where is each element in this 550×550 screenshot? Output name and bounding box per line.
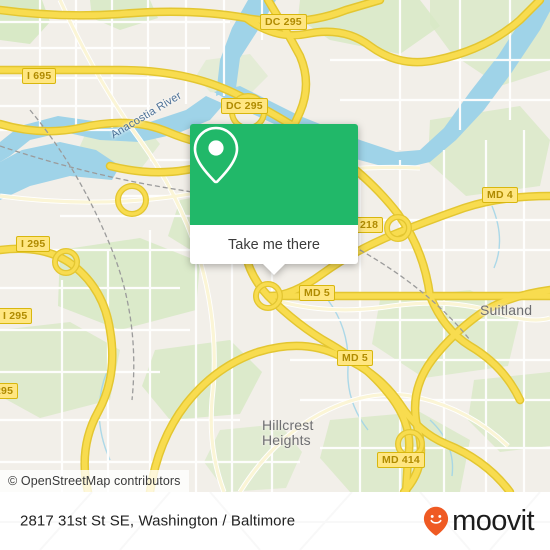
moovit-logo[interactable]: moovit — [423, 504, 535, 537]
popup-pointer — [263, 264, 285, 275]
route-shield-295-edge: 295 — [0, 383, 19, 399]
route-shield-md-414: MD 414 — [377, 452, 425, 468]
popup-header — [190, 124, 358, 225]
take-me-there-button[interactable]: Take me there — [190, 225, 358, 264]
moovit-wordmark: moovit — [452, 504, 534, 537]
moovit-map-screen: Hillcrest Heights Suitland Anacostia Riv… — [0, 0, 550, 550]
route-shield-md-4: MD 4 — [482, 187, 518, 203]
route-shield-md-5-upper: MD 5 — [299, 285, 335, 301]
route-shield-md-5-lower: MD 5 — [337, 350, 373, 366]
footer-bar: 2817 31st St SE, Washington / Baltimore … — [0, 492, 550, 550]
map-attribution[interactable]: © OpenStreetMap contributors — [0, 470, 189, 492]
route-shield-i-695: I 695 — [22, 68, 57, 84]
route-shield-218: 218 — [355, 217, 384, 233]
route-shield-i-295-lower: I 295 — [0, 308, 33, 324]
map-canvas[interactable]: Hillcrest Heights Suitland Anacostia Riv… — [0, 0, 550, 492]
location-popup-card[interactable]: Take me there — [190, 124, 358, 275]
route-shield-dc-295-mid: DC 295 — [221, 98, 268, 114]
take-me-there-label: Take me there — [228, 236, 320, 253]
attribution-text: © OpenStreetMap contributors — [8, 474, 181, 488]
moovit-pin-smile-icon — [423, 506, 449, 536]
address-label: 2817 31st St SE, Washington / Baltimore — [20, 512, 296, 530]
route-shield-i-295-upper: I 295 — [16, 236, 51, 252]
route-shield-dc-295-north: DC 295 — [260, 14, 307, 30]
